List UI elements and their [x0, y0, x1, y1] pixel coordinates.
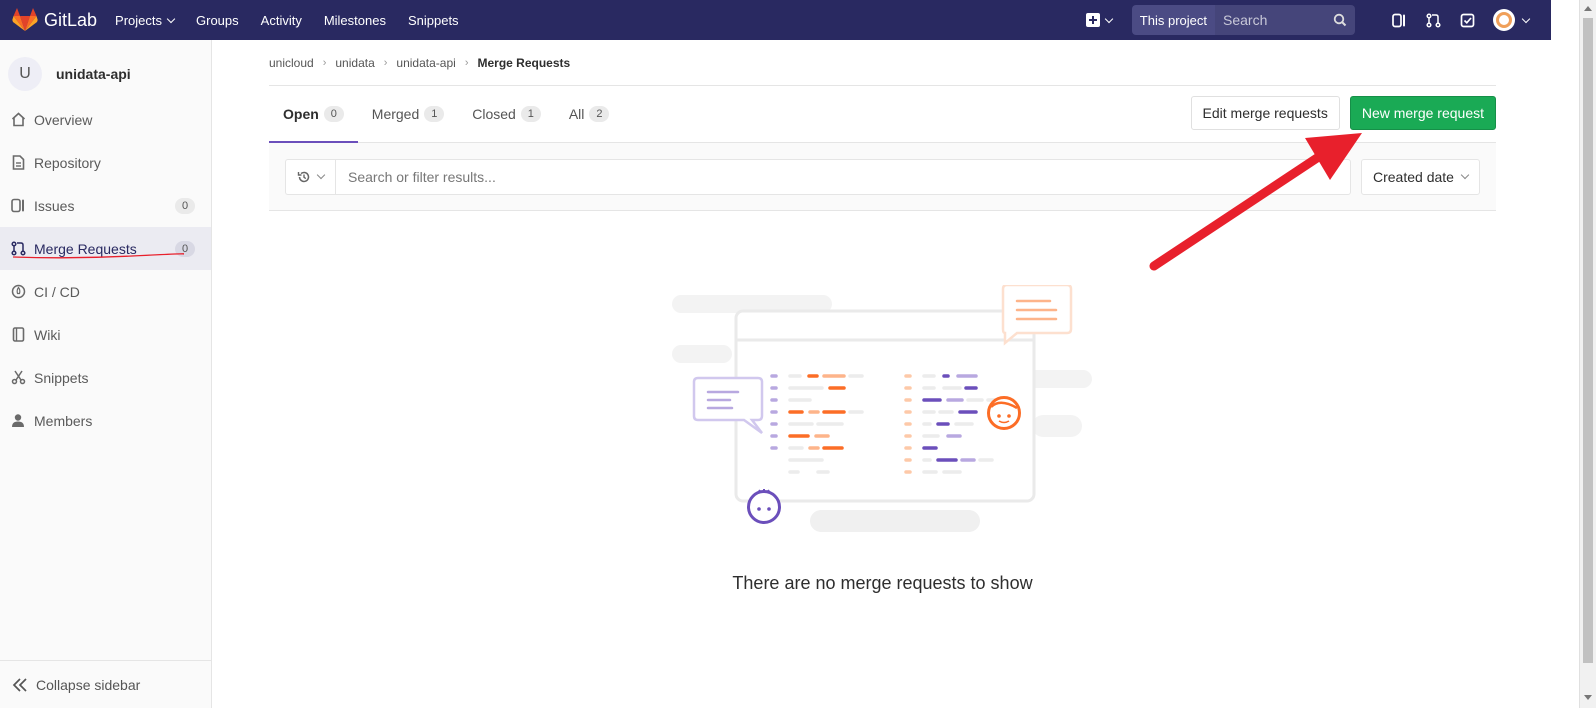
red-arrow-annotation [1149, 133, 1362, 271]
todos-nav-icon[interactable] [1457, 10, 1477, 30]
chevron-down-icon [1104, 14, 1114, 23]
double-chevron-left-icon [12, 677, 28, 692]
sidebar-item-label: CI / CD [34, 283, 80, 300]
project-name: unidata-api [56, 66, 131, 82]
breadcrumb-unicloud[interactable]: unicloud [269, 56, 314, 70]
tab-merged[interactable]: Merged 1 [358, 85, 458, 142]
tab-count-badge: 1 [520, 105, 541, 122]
scroll-up-arrow-icon[interactable] [1584, 6, 1592, 11]
edit-merge-requests-button[interactable]: Edit merge requests [1190, 96, 1340, 130]
project-avatar: U [8, 57, 42, 91]
sidebar-item-label: Members [34, 412, 93, 429]
history-icon [297, 171, 310, 182]
avatar-image [1496, 12, 1512, 28]
project-sidebar: U unidata-api Overview Repository Issues… [0, 40, 212, 708]
issues-icon [10, 198, 26, 214]
nav-snippets[interactable]: Snippets [408, 13, 459, 28]
user-avatar[interactable] [1493, 9, 1515, 31]
chevron-right-icon: › [383, 56, 388, 69]
gitlab-logo[interactable]: GitLab [12, 8, 97, 32]
sidebar-item-label: Repository [34, 154, 101, 171]
home-icon [10, 112, 26, 128]
sidebar-item-snippets[interactable]: Snippets [0, 356, 211, 399]
tab-count-badge: 2 [589, 105, 610, 122]
new-merge-request-button[interactable]: New merge request [1349, 96, 1496, 130]
brand-name: GitLab [44, 9, 98, 30]
recent-searches-dropdown[interactable] [285, 158, 335, 195]
red-underline-annotation [12, 253, 184, 259]
tab-label: Merged [371, 105, 420, 122]
search-input[interactable] [1223, 12, 1323, 28]
tab-all[interactable]: All 2 [555, 85, 624, 142]
tab-count-badge: 1 [424, 105, 445, 122]
merge-requests-nav-icon[interactable] [1423, 10, 1443, 30]
tab-open[interactable]: Open 0 [269, 85, 358, 143]
chevron-down-icon[interactable] [1521, 14, 1531, 23]
sidebar-item-repository[interactable]: Repository [0, 141, 211, 184]
collapse-sidebar-label: Collapse sidebar [36, 676, 141, 693]
scissors-icon [10, 370, 26, 386]
nav-milestones[interactable]: Milestones [324, 13, 386, 28]
breadcrumb-merge-requests[interactable]: Merge Requests [477, 56, 570, 70]
empty-state-message: There are no merge requests to show [732, 573, 1033, 593]
nav-projects[interactable]: Projects [115, 12, 176, 28]
sidebar-item-overview[interactable]: Overview [0, 98, 211, 141]
scroll-down-arrow-icon[interactable] [1584, 695, 1592, 700]
sidebar-item-issues[interactable]: Issues 0 [0, 184, 211, 227]
new-item-dropdown[interactable] [1085, 13, 1114, 27]
chevron-right-icon: › [464, 56, 469, 69]
search-icon [1333, 13, 1347, 27]
sidebar-item-ci-cd[interactable]: CI / CD [0, 270, 211, 313]
tab-label: Open [283, 105, 319, 122]
chevron-down-icon [316, 170, 326, 180]
page-scrollbar[interactable] [1579, 0, 1596, 708]
issues-count-badge: 0 [175, 197, 195, 214]
sidebar-project-header[interactable]: U unidata-api [0, 40, 211, 98]
user-icon [10, 413, 26, 429]
breadcrumb-unidata[interactable]: unidata [335, 56, 374, 70]
issues-nav-icon[interactable] [1389, 10, 1409, 30]
sidebar-item-label: Issues [34, 197, 75, 214]
chevron-down-icon [1460, 170, 1470, 179]
sidebar-item-label: Overview [34, 111, 93, 128]
chevron-down-icon [166, 14, 176, 23]
tab-label: Closed [472, 105, 516, 122]
gitlab-tanuki-icon [12, 8, 38, 31]
nav-projects-label: Projects [115, 12, 163, 28]
tab-label: All [568, 105, 585, 122]
nav-activity[interactable]: Activity [261, 13, 302, 28]
collapse-sidebar-button[interactable]: Collapse sidebar [0, 660, 211, 708]
breadcrumb-unidata-api[interactable]: unidata-api [396, 56, 455, 70]
sidebar-item-wiki[interactable]: Wiki [0, 313, 211, 356]
document-icon [10, 155, 26, 171]
nav-groups[interactable]: Groups [196, 13, 239, 28]
top-navbar: GitLab Projects Groups Activity Mileston… [0, 0, 1551, 40]
search-scope-badge[interactable]: This project [1131, 5, 1215, 35]
breadcrumb: unicloud › unidata › unidata-api › Merge… [269, 40, 1496, 86]
sidebar-item-label: Snippets [34, 369, 89, 386]
rocket-icon [10, 284, 26, 300]
tab-closed[interactable]: Closed 1 [458, 85, 555, 142]
sidebar-item-members[interactable]: Members [0, 399, 211, 442]
scrollbar-thumb[interactable] [1583, 18, 1593, 663]
chevron-right-icon: › [322, 56, 327, 69]
sidebar-item-label: Wiki [34, 326, 61, 343]
sidebar-item-merge-requests[interactable]: Merge Requests 0 [0, 227, 211, 270]
global-search: This project [1131, 5, 1355, 35]
plus-square-icon [1085, 13, 1100, 27]
book-icon [10, 327, 26, 343]
empty-state-illustration [672, 285, 1092, 532]
sort-label: Created date [1373, 168, 1454, 185]
tab-count-badge: 0 [323, 105, 344, 122]
